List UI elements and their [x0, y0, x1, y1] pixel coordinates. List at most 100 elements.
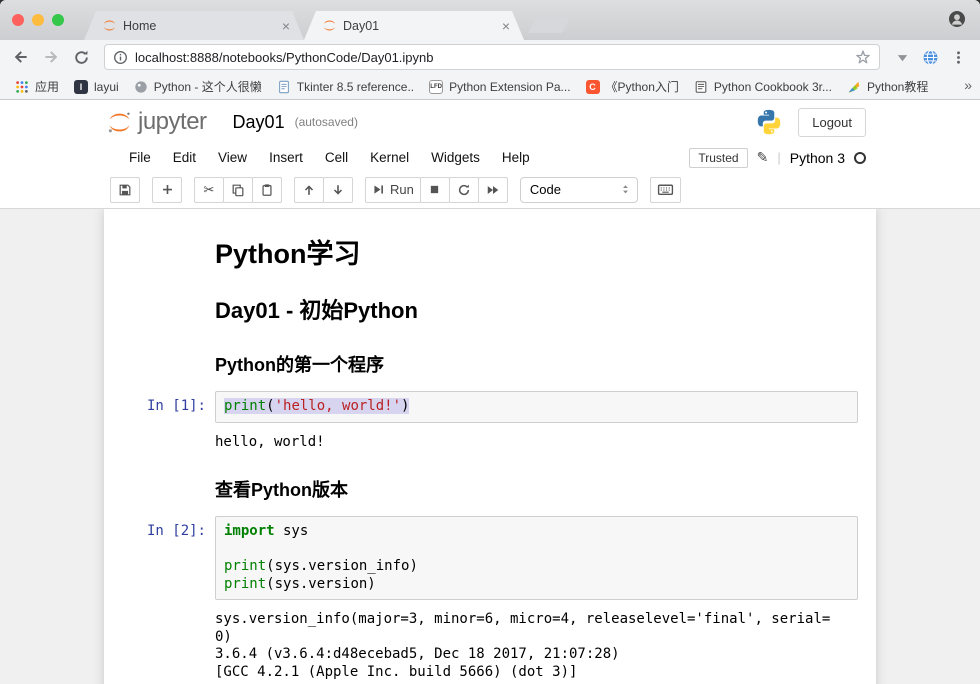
browser-toolbar: localhost:8888/notebooks/PythonCode/Day0…: [0, 40, 980, 74]
paste-cell-button[interactable]: [252, 177, 282, 203]
interrupt-kernel-button[interactable]: [420, 177, 450, 203]
output-prompt-spacer: [120, 608, 215, 681]
tab-close-icon[interactable]: ×: [502, 19, 510, 33]
python-logo-icon: [754, 107, 784, 137]
output-prompt-spacer: [120, 431, 215, 452]
tab-home[interactable]: Home ×: [84, 11, 304, 40]
markdown-cell-h3[interactable]: Python的第一个程序: [120, 334, 858, 386]
move-cell-up-button[interactable]: [294, 177, 324, 203]
run-label: Run: [390, 182, 414, 197]
autosave-status: (autosaved): [295, 115, 358, 129]
code-cell-2-output: sys.version_info(major=3, minor=6, micro…: [120, 605, 858, 684]
layui-favicon-icon: l: [73, 79, 89, 95]
tab-day01[interactable]: Day01 ×: [304, 11, 524, 40]
prompt-spacer: [120, 464, 215, 506]
heading-first-program: Python的第一个程序: [215, 351, 858, 377]
heading-python-study: Python学习: [215, 232, 858, 271]
heading-day01: Day01 - 初始Python: [215, 293, 858, 325]
scissors-icon: ✂: [204, 182, 215, 198]
menu-cell[interactable]: Cell: [314, 150, 359, 165]
kernel-idle-indicator-icon: [854, 152, 866, 164]
copy-cell-button[interactable]: [223, 177, 253, 203]
bookmark-label: Python Extension Pa...: [449, 80, 570, 94]
forward-button[interactable]: [38, 44, 64, 70]
command-palette-button[interactable]: [650, 177, 681, 203]
prompt-spacer: [120, 285, 215, 329]
feather-favicon-icon: [846, 79, 862, 95]
output-text: hello, world!: [215, 431, 858, 452]
page-info-icon[interactable]: [113, 50, 128, 65]
address-bar[interactable]: localhost:8888/notebooks/PythonCode/Day0…: [104, 44, 880, 70]
markdown-cell-h3b[interactable]: 查看Python版本: [120, 459, 858, 511]
minimize-window-button[interactable]: [32, 14, 44, 26]
restart-run-all-button[interactable]: [478, 177, 508, 203]
bookmark-star-icon[interactable]: [855, 49, 871, 65]
notebook-container: Python学习 Day01 - 初始Python Python的第一个程序 I…: [104, 209, 876, 684]
menu-edit[interactable]: Edit: [162, 150, 207, 165]
bookmark-label: layui: [94, 80, 119, 94]
trusted-badge[interactable]: Trusted: [689, 148, 747, 168]
bookmark-tkinter[interactable]: Tkinter 8.5 reference..: [270, 77, 420, 97]
bookmark-python-blog[interactable]: Python - 这个人很懒: [127, 76, 268, 97]
select-stepper-icon: [619, 183, 632, 196]
extension-globe-icon[interactable]: [918, 45, 942, 69]
cut-cell-button[interactable]: ✂: [194, 177, 224, 203]
bookmarks-bar: 应用 l layui Python - 这个人很懒 Tkinter 8.5 re…: [0, 74, 980, 100]
bookmarks-overflow-chevron[interactable]: »: [964, 77, 972, 93]
notebook-title[interactable]: Day01: [233, 112, 285, 133]
close-window-button[interactable]: [12, 14, 24, 26]
code-cell-2[interactable]: In [2]: import sys print(sys.version_inf…: [120, 511, 858, 605]
bookmark-lfd[interactable]: LFD Python Extension Pa...: [422, 77, 576, 97]
tab-title: Home: [123, 19, 276, 33]
menu-view[interactable]: View: [207, 150, 258, 165]
add-cell-button[interactable]: [152, 177, 182, 203]
input-prompt: In [2]:: [120, 516, 215, 600]
bookmark-cookbook[interactable]: Python Cookbook 3r...: [687, 77, 838, 97]
bookmark-label: Tkinter 8.5 reference..: [297, 80, 414, 94]
zoom-window-button[interactable]: [52, 14, 64, 26]
menu-help[interactable]: Help: [491, 150, 541, 165]
markdown-cell-h2[interactable]: Day01 - 初始Python: [120, 280, 858, 334]
markdown-cell-h1[interactable]: Python学习: [120, 219, 858, 280]
menu-widgets[interactable]: Widgets: [420, 150, 491, 165]
url-text[interactable]: localhost:8888/notebooks/PythonCode/Day0…: [135, 50, 848, 65]
bookmark-python-tutorial[interactable]: Python教程: [840, 76, 934, 97]
code-input[interactable]: print('hello, world!'): [215, 391, 858, 423]
downloads-icon[interactable]: [890, 45, 914, 69]
new-tab-button[interactable]: [528, 18, 570, 33]
jupyter-favicon-icon: [102, 18, 117, 33]
prompt-spacer: [120, 339, 215, 381]
restart-kernel-button[interactable]: [449, 177, 479, 203]
doc-favicon-icon: [276, 79, 292, 95]
edit-mode-pencil-icon: ✎: [757, 149, 769, 166]
tab-close-icon[interactable]: ×: [282, 19, 290, 33]
heading-check-version: 查看Python版本: [215, 476, 858, 502]
back-button[interactable]: [8, 44, 34, 70]
book-favicon-icon: [693, 79, 709, 95]
input-prompt: In [1]:: [120, 391, 215, 423]
menu-kernel[interactable]: Kernel: [359, 150, 420, 165]
code-input[interactable]: import sys print(sys.version_info)print(…: [215, 516, 858, 600]
browser-menu-icon[interactable]: [946, 45, 970, 69]
jupyter-logo[interactable]: jupyter: [106, 108, 207, 136]
menu-insert[interactable]: Insert: [258, 150, 314, 165]
notebook-site: Python学习 Day01 - 初始Python Python的第一个程序 I…: [0, 209, 980, 684]
code-cell-1[interactable]: In [1]: print('hello, world!'): [120, 386, 858, 428]
jupyter-wordmark: jupyter: [138, 108, 207, 136]
lfd-favicon-icon: LFD: [428, 79, 444, 95]
cell-type-select[interactable]: Code: [520, 177, 638, 203]
kernel-name[interactable]: Python 3: [790, 150, 845, 166]
profile-avatar-icon[interactable]: [948, 10, 966, 28]
save-button[interactable]: [110, 177, 140, 203]
run-cell-button[interactable]: Run: [365, 177, 421, 203]
menu-file[interactable]: File: [118, 150, 162, 165]
bookmark-python-intro[interactable]: C 《Python入门: [579, 76, 685, 97]
tab-title: Day01: [343, 19, 496, 33]
tab-strip: Home × Day01 ×: [0, 0, 980, 40]
move-cell-down-button[interactable]: [323, 177, 353, 203]
reload-button[interactable]: [68, 44, 94, 70]
logout-button[interactable]: Logout: [798, 108, 866, 137]
bookmark-layui[interactable]: l layui: [67, 77, 125, 97]
notebook-toolbar: ✂ Run: [0, 171, 980, 209]
bookmark-apps[interactable]: 应用: [8, 76, 65, 97]
